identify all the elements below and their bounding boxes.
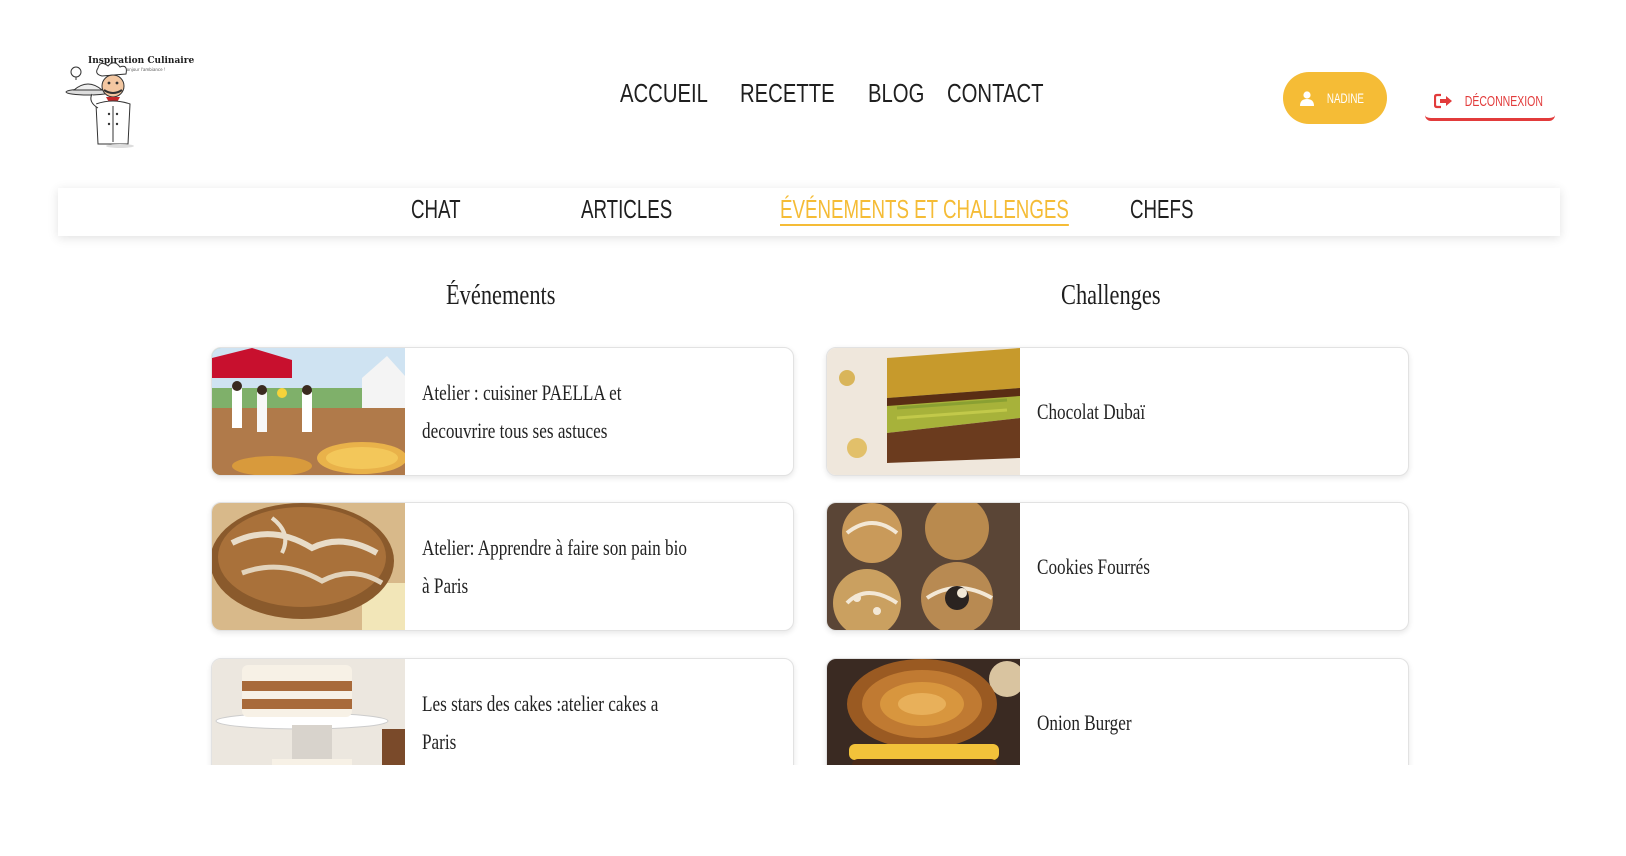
event-card[interactable]: Atelier: Apprendre à faire son pain bio … [211,502,794,631]
tab-evenements-challenges[interactable]: ÉVÉNEMENTS ET CHALLENGES [780,194,1069,225]
cards-area: Atelier : cuisiner PAELLA et decouvrire … [0,340,1626,765]
chocolate-image [827,348,1020,475]
event-title: Atelier : cuisiner PAELLA et decouvrire … [422,379,622,443]
logout-label: DÉCONNEXION [1464,92,1544,110]
sign-out-icon [1434,93,1453,109]
nav-recette[interactable]: RECETTE [740,78,835,109]
challenge-title: Onion Burger [1037,709,1132,735]
challenges-heading: Challenges [1061,280,1161,311]
burger-image [827,659,1020,765]
nav-blog[interactable]: BLOG [868,78,924,109]
cake-image [212,659,405,765]
challenge-card[interactable]: Chocolat Dubaï [826,347,1409,476]
event-title: Atelier: Apprendre à faire son pain bio … [422,534,687,598]
event-card[interactable]: Atelier : cuisiner PAELLA et decouvrire … [211,347,794,476]
user-icon [1299,91,1314,106]
chef-illustration [65,62,134,148]
events-heading: Événements [446,280,556,311]
logout-button[interactable]: DÉCONNEXION [1425,84,1555,121]
challenge-title: Cookies Fourrés [1037,553,1150,579]
paella-image [212,348,405,475]
challenge-card[interactable]: Cookies Fourrés [826,502,1409,631]
main-nav: ACCUEIL RECETTE BLOG CONTACT [620,78,1053,109]
site-logo[interactable]: Inspiration Culinaire Bonjour l'ambiance… [62,52,194,148]
bread-image [212,503,405,630]
tab-chat[interactable]: CHAT [411,194,461,225]
challenge-card[interactable]: Onion Burger [826,658,1409,765]
event-title: Les stars des cakes :atelier cakes a Par… [422,690,659,754]
nav-accueil[interactable]: ACCUEIL [620,78,708,109]
user-profile-button[interactable]: NADINE [1283,72,1387,124]
event-card[interactable]: Les stars des cakes :atelier cakes a Par… [211,658,794,765]
user-name: NADINE [1326,90,1364,106]
tab-articles[interactable]: ARTICLES [581,194,672,225]
cookies-image [827,503,1020,630]
section-tabs: CHAT ARTICLES ÉVÉNEMENTS ET CHALLENGES C… [58,188,1560,236]
nav-contact[interactable]: CONTACT [947,78,1044,109]
tab-chefs[interactable]: CHEFS [1130,194,1193,225]
challenge-title: Chocolat Dubaï [1037,398,1146,424]
